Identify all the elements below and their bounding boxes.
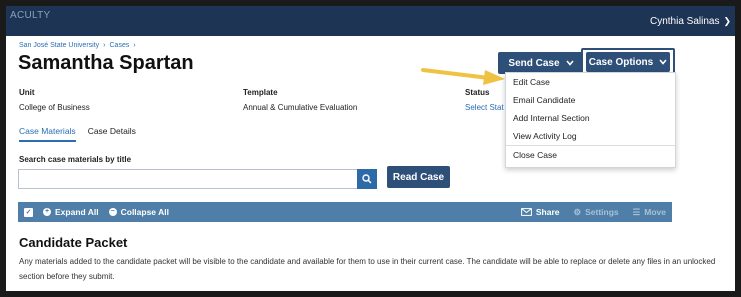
- menu-item-email-candidate[interactable]: Email Candidate: [506, 91, 675, 109]
- user-name: Cynthia Salinas: [649, 15, 720, 27]
- envelope-icon: [520, 208, 532, 216]
- menu-item-view-activity-log[interactable]: View Activity Log: [506, 127, 675, 145]
- chevron-down-icon: [659, 59, 667, 65]
- page-title: Samantha Spartan: [18, 52, 194, 74]
- settings-label: Settings: [585, 207, 619, 217]
- case-options-label: Case Options: [588, 56, 654, 68]
- breadcrumb-university[interactable]: San José State University: [19, 42, 99, 49]
- send-case-label: Send Case: [508, 57, 560, 69]
- expand-all-label: Expand All: [55, 207, 99, 217]
- section-description: Any materials added to the candidate pac…: [19, 257, 716, 281]
- breadcrumb-separator: ›: [103, 42, 106, 49]
- case-tabs: Case Materials Case Details: [19, 126, 136, 142]
- share-label: Share: [535, 207, 560, 217]
- breadcrumb-cases[interactable]: Cases: [110, 42, 130, 49]
- unit-label: Unit: [19, 88, 35, 97]
- status-label: Status: [465, 88, 490, 97]
- share-button[interactable]: Share: [520, 207, 560, 217]
- tab-case-details[interactable]: Case Details: [88, 126, 136, 142]
- menu-item-close-case[interactable]: Close Case: [506, 145, 675, 163]
- unit-value: College of Business: [19, 103, 90, 112]
- status-select-link[interactable]: Select Stat: [465, 103, 504, 112]
- brand-logo[interactable]: ACULTY: [10, 10, 51, 21]
- search-icon: [362, 174, 372, 184]
- search-input[interactable]: [18, 169, 358, 189]
- user-menu[interactable]: Cynthia Salinas ❯: [650, 16, 731, 27]
- collapse-all-button[interactable]: − Collapse All: [108, 207, 169, 217]
- gear-icon: ⚙: [573, 206, 582, 217]
- breadcrumb-separator: ›: [133, 42, 136, 49]
- expand-all-button[interactable]: + Expand All: [43, 207, 99, 217]
- search-label: Search case materials by title: [19, 155, 132, 164]
- chevron-down-icon: ❯: [723, 15, 731, 26]
- case-options-menu: Edit Case Email Candidate Add Internal S…: [505, 72, 676, 168]
- breadcrumb: San José State University › Cases ›: [19, 42, 136, 49]
- read-case-button[interactable]: Read Case: [387, 166, 450, 188]
- minus-circle-icon: −: [108, 208, 117, 216]
- move-label: Move: [644, 207, 666, 217]
- template-label: Template: [243, 88, 278, 97]
- settings-button[interactable]: ⚙ Settings: [573, 207, 618, 218]
- menu-item-add-internal-section[interactable]: Add Internal Section: [506, 109, 675, 127]
- move-button[interactable]: ☰ Move: [633, 207, 666, 218]
- collapse-all-label: Collapse All: [120, 207, 169, 217]
- section-title: Candidate Packet: [19, 235, 128, 250]
- app-window: ACULTY Cynthia Salinas ❯ San José State …: [6, 6, 735, 291]
- pointer-arrow-icon: [421, 68, 505, 85]
- search-button[interactable]: [357, 169, 377, 189]
- materials-toolbar: ✓ + Expand All − Collapse All Share ⚙ Se…: [18, 202, 672, 222]
- select-all-checkbox[interactable]: ✓: [24, 207, 33, 217]
- move-icon: ☰: [632, 206, 641, 217]
- top-nav-bar: ACULTY Cynthia Salinas ❯: [6, 6, 735, 36]
- plus-circle-icon: +: [43, 208, 51, 216]
- case-options-button[interactable]: Case Options: [586, 52, 670, 72]
- menu-item-edit-case[interactable]: Edit Case: [506, 73, 675, 91]
- chevron-down-icon: [565, 60, 574, 66]
- tab-case-materials[interactable]: Case Materials: [19, 126, 76, 142]
- template-value: Annual & Cumulative Evaluation: [243, 103, 358, 112]
